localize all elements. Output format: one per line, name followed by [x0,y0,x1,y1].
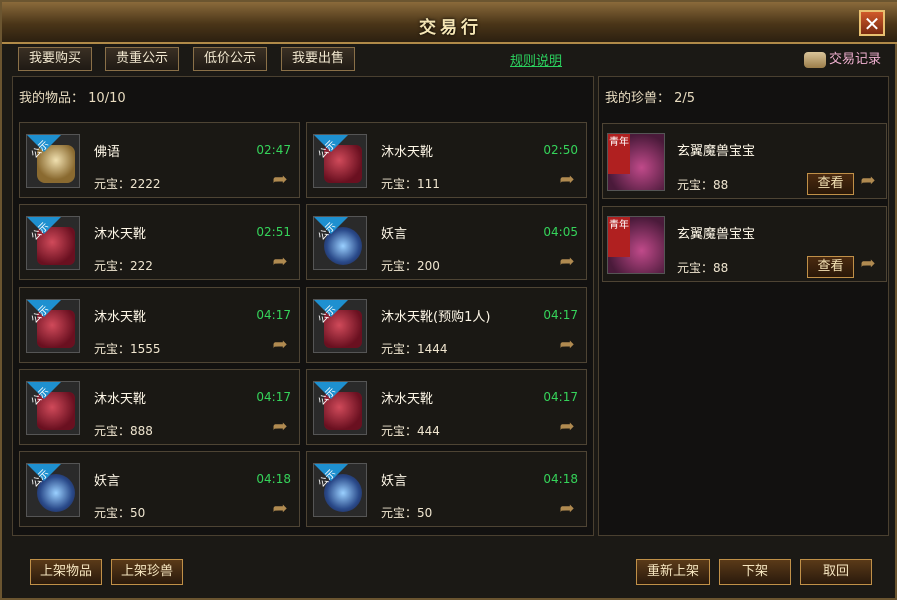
pet-price: 元宝：88 [677,261,729,275]
item-card[interactable]: 公示 妖言 04:05 元宝：200 ➦ [306,204,587,280]
item-price: 元宝：200 [381,259,440,273]
pet-name: 玄翼魔兽宝宝 [677,227,756,242]
ring-icon[interactable]: 公示 [313,463,367,517]
pet-price: 元宝：88 [677,178,729,192]
item-card[interactable]: 公示 佛语 02:47 元宝：2222 ➦ [19,122,300,198]
item-price: 元宝：222 [94,259,153,273]
item-card[interactable]: 公示 沐水天靴 02:51 元宝：222 ➦ [19,204,300,280]
buddha-icon[interactable]: 公示 [26,134,80,188]
item-name: 沐水天靴 [94,310,147,325]
window-title: 交易行 [419,18,482,38]
item-price: 元宝：50 [381,506,433,520]
ring-icon[interactable]: 公示 [26,463,80,517]
item-card[interactable]: 公示 妖言 04:18 元宝：50 ➦ [19,451,300,527]
relist-button[interactable]: 重新上架 [636,559,710,585]
beast-icon[interactable]: 青年 [607,216,665,274]
items-label: 我的物品： [19,91,85,106]
item-timer: 04:17 [543,390,578,404]
boots-icon[interactable]: 公示 [313,299,367,353]
item-timer: 04:17 [543,308,578,322]
item-name: 沐水天靴 [94,227,147,242]
share-arrow-icon[interactable]: ➦ [268,253,292,271]
retrieve-button[interactable]: 取回 [800,559,872,585]
item-card[interactable]: 公示 沐水天靴 04:17 元宝：1555 ➦ [19,287,300,363]
item-price: 元宝：444 [381,424,440,438]
boots-icon[interactable]: 公示 [313,381,367,435]
list-pet-button[interactable]: 上架珍兽 [111,559,183,585]
item-timer: 02:47 [256,143,291,157]
item-name: 妖言 [94,474,121,489]
beast-icon[interactable]: 青年 [607,133,665,191]
item-name: 妖言 [381,474,408,489]
share-arrow-icon[interactable]: ➦ [856,255,880,273]
item-card[interactable]: 公示 沐水天靴(预购1人) 04:17 元宝：1444 ➦ [306,287,587,363]
item-name: 沐水天靴 [381,145,434,160]
share-arrow-icon[interactable]: ➦ [555,418,579,436]
boots-icon[interactable]: 公示 [26,216,80,270]
scroll-icon [803,51,826,68]
share-arrow-icon[interactable]: ➦ [555,253,579,271]
item-timer: 02:50 [543,143,578,157]
item-card[interactable]: 公示 沐水天靴 04:17 元宝：888 ➦ [19,369,300,445]
pet-card[interactable]: 青年 玄翼魔兽宝宝 元宝：88 查看 ➦ [602,123,887,199]
delist-button[interactable]: 下架 [719,559,791,585]
share-arrow-icon[interactable]: ➦ [856,172,880,190]
item-price: 元宝：50 [94,506,146,520]
pets-header: 我的珍兽： 2/5 [605,87,695,106]
age-ribbon: 青年 [608,217,630,257]
title-bar: 交易行 ✕ [2,2,897,44]
ring-icon[interactable]: 公示 [313,216,367,270]
tab-valuable-notice[interactable]: 贵重公示 [105,47,180,71]
item-timer: 04:18 [543,472,578,486]
item-price: 元宝：1444 [381,342,448,356]
rules-link[interactable]: 规则说明 [510,50,562,69]
share-arrow-icon[interactable]: ➦ [268,500,292,518]
item-card[interactable]: 公示 妖言 04:18 元宝：50 ➦ [306,451,587,527]
trade-window: 交易行 ✕ 我要购买 贵重公示 低价公示 我要出售 规则说明 交易记录 我的物品… [0,0,897,600]
share-arrow-icon[interactable]: ➦ [268,336,292,354]
item-name: 妖言 [381,227,408,242]
item-price: 元宝：111 [381,177,440,191]
item-price: 元宝：2222 [94,177,161,191]
item-name: 佛语 [94,145,121,160]
pet-card[interactable]: 青年 玄翼魔兽宝宝 元宝：88 查看 ➦ [602,206,887,282]
boots-icon[interactable]: 公示 [26,299,80,353]
list-item-button[interactable]: 上架物品 [30,559,102,585]
item-name: 沐水天靴 [94,392,147,407]
pet-name: 玄翼魔兽宝宝 [677,144,756,159]
item-price: 元宝：1555 [94,342,161,356]
item-name: 沐水天靴 [381,392,434,407]
item-price: 元宝：888 [94,424,153,438]
boots-icon[interactable]: 公示 [313,134,367,188]
item-timer: 04:05 [543,225,578,239]
share-arrow-icon[interactable]: ➦ [555,336,579,354]
item-timer: 04:17 [256,390,291,404]
close-button[interactable]: ✕ [859,10,885,36]
items-header: 我的物品： 10/10 [19,87,126,106]
share-arrow-icon[interactable]: ➦ [268,171,292,189]
view-pet-button[interactable]: 查看 [807,173,854,195]
tab-lowprice-notice[interactable]: 低价公示 [193,47,268,71]
item-timer: 04:17 [256,308,291,322]
item-card[interactable]: 公示 沐水天靴 04:17 元宝：444 ➦ [306,369,587,445]
age-ribbon: 青年 [608,134,630,174]
tab-sell[interactable]: 我要出售 [281,47,356,71]
item-card[interactable]: 公示 沐水天靴 02:50 元宝：111 ➦ [306,122,587,198]
share-arrow-icon[interactable]: ➦ [555,500,579,518]
trade-record-label: 交易记录 [828,52,881,67]
share-arrow-icon[interactable]: ➦ [555,171,579,189]
tab-buy[interactable]: 我要购买 [18,47,93,71]
pets-label: 我的珍兽： [605,91,671,106]
item-timer: 04:18 [256,472,291,486]
pets-count: 2/5 [674,91,696,106]
items-count: 10/10 [88,91,126,106]
trade-record-button[interactable]: 交易记录 [803,48,881,68]
item-timer: 02:51 [256,225,291,239]
item-name: 沐水天靴(预购1人) [381,310,491,325]
view-pet-button[interactable]: 查看 [807,256,854,278]
share-arrow-icon[interactable]: ➦ [268,418,292,436]
boots-icon[interactable]: 公示 [26,381,80,435]
